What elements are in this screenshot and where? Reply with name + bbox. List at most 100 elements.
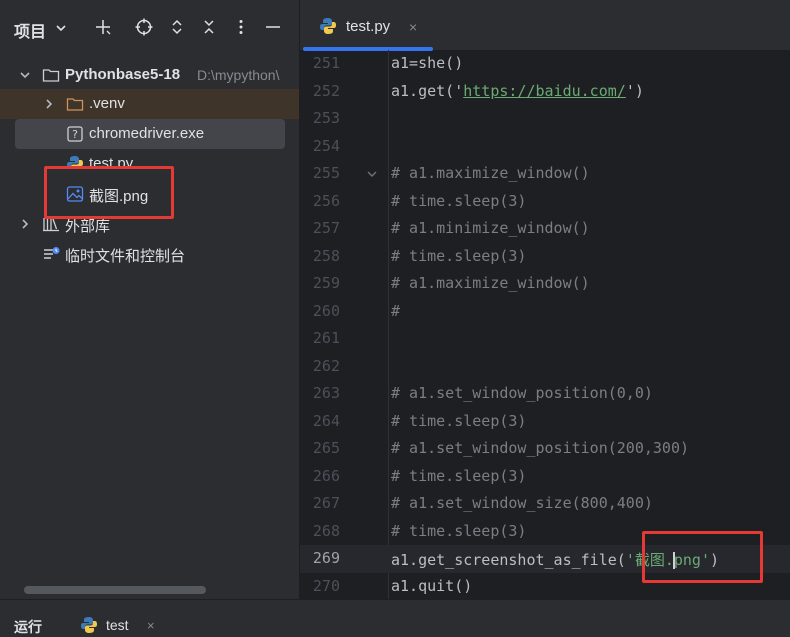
line-number: 270 (312, 576, 340, 595)
code-token: # time.sleep(3) (391, 466, 527, 485)
code-token: # a1.set_window_position(200,300) (391, 439, 690, 457)
code-editor: test.py × 251 a1=she() 252 a1.get('https://… (300, 0, 790, 599)
line-number: 254 (312, 136, 340, 155)
code-area[interactable]: 251 a1=she() 252 a1.get('https://baidu.com/… (300, 50, 790, 599)
chevron-down-icon[interactable] (18, 68, 32, 82)
line-number: 267 (312, 494, 340, 512)
chevron-right-icon[interactable] (18, 217, 32, 231)
code-token: # a1.set_window_size(800,400) (391, 494, 653, 512)
chevron-down-icon[interactable] (54, 21, 68, 35)
code-line[interactable]: 255 # a1.maximize_window() (300, 160, 790, 188)
tree-item-venv[interactable]: .venv (0, 89, 299, 119)
code-text: # time.sleep(3) (391, 192, 526, 210)
line-number: 262 (312, 356, 340, 375)
minimize-icon[interactable] (262, 16, 284, 38)
close-icon[interactable]: × (147, 618, 155, 633)
code-text: a1.quit() (391, 577, 472, 595)
project-panel: 项目 Pythonbase5-18 D:\mypython\ .venv ? c… (0, 0, 299, 599)
code-text: a1.get('https://baidu.com/') (391, 82, 644, 100)
code-line[interactable]: 256 # time.sleep(3) (300, 188, 790, 216)
tab-test-py[interactable]: test.py × (303, 0, 433, 50)
code-token: a1.get(' (391, 81, 464, 100)
code-line[interactable]: 259 # a1.maximize_window() (300, 270, 790, 298)
code-line[interactable]: 252 a1.get('https://baidu.com/') (300, 78, 790, 106)
bottom-run-bar: 运行 test × (0, 599, 790, 635)
code-text: # a1.maximize_window() (391, 274, 590, 292)
line-number: 266 (312, 466, 340, 485)
code-line[interactable]: 262 (300, 353, 790, 381)
code-token: ') (625, 81, 644, 100)
line-number: 251 (312, 54, 340, 72)
code-line[interactable]: 253 (300, 105, 790, 133)
tree-item-scratches[interactable]: 临时文件和控制台 (0, 239, 299, 269)
code-text: # time.sleep(3) (391, 412, 526, 430)
scratches-icon (44, 247, 60, 259)
code-text: # a1.maximize_window() (391, 164, 590, 182)
line-number: 260 (312, 301, 340, 320)
code-token: # time.sleep(3) (391, 411, 527, 430)
chevron-right-icon[interactable] (42, 97, 56, 111)
add-icon[interactable] (92, 16, 114, 38)
more-options-icon[interactable] (230, 16, 252, 38)
code-line[interactable]: 267 # a1.set_window_size(800,400) (300, 490, 790, 518)
code-token: a1.get_screenshot_as_file( (391, 551, 626, 569)
code-text: # time.sleep(3) (391, 247, 526, 265)
chromedriver-label: chromedriver.exe (89, 125, 205, 142)
code-text: a1=she() (391, 54, 463, 72)
code-line[interactable]: 265 # a1.set_window_position(200,300) (300, 435, 790, 463)
code-token: # time.sleep(3) (391, 246, 527, 265)
tree-item-project-root[interactable]: Pythonbase5-18 D:\mypython\ (0, 60, 299, 90)
tree-item-test-py[interactable]: test.py (0, 149, 299, 167)
folder-icon (66, 98, 84, 111)
code-text: # (391, 302, 400, 320)
run-tool-window-label[interactable]: 运行 (14, 617, 42, 637)
line-number: 265 (312, 439, 340, 457)
line-number: 261 (312, 329, 340, 347)
line-number: 255 (312, 164, 340, 182)
run-tab-label[interactable]: test (106, 617, 129, 633)
line-number: 259 (312, 274, 340, 292)
code-line[interactable]: 254 (300, 133, 790, 161)
horizontal-scrollbar[interactable] (24, 586, 206, 594)
tree-item-chromedriver[interactable]: ? chromedriver.exe (0, 119, 299, 149)
code-link[interactable]: https://baidu.com/ (463, 82, 626, 100)
code-token: # time.sleep(3) (391, 191, 527, 210)
project-panel-title[interactable]: 项目 (14, 18, 46, 42)
code-token: # a1.set_window_position(0,0) (391, 384, 653, 402)
close-icon[interactable]: × (409, 19, 417, 35)
code-token: # a1.maximize_window() (391, 274, 590, 292)
line-number: 268 (312, 521, 340, 540)
code-line[interactable]: 263 # a1.set_window_position(0,0) (300, 380, 790, 408)
tab-label: test.py (346, 18, 391, 35)
code-line[interactable]: 264 # time.sleep(3) (300, 408, 790, 436)
code-line[interactable]: 258 # time.sleep(3) (300, 243, 790, 271)
highlight-box-code (642, 531, 763, 583)
code-line[interactable]: 266 # time.sleep(3) (300, 463, 790, 491)
fold-chevron-icon[interactable] (366, 168, 378, 180)
code-token: # (391, 301, 401, 320)
line-number: 263 (312, 384, 340, 402)
code-text: # a1.set_window_size(800,400) (391, 494, 653, 512)
code-text: # a1.minimize_window() (391, 219, 590, 237)
locate-icon[interactable] (133, 16, 155, 38)
code-token: # time.sleep(3) (391, 521, 527, 540)
line-number: 252 (312, 81, 340, 100)
folder-icon (42, 69, 60, 82)
code-line[interactable]: 251 a1=she() (300, 50, 790, 78)
line-number: 264 (312, 411, 340, 430)
unknown-file-icon: ? (67, 126, 83, 142)
code-token: a1=she() (391, 54, 464, 72)
project-root-label: Pythonbase5-18 (65, 66, 181, 83)
line-number: 253 (312, 109, 340, 127)
editor-tab-bar: test.py × (300, 0, 790, 51)
line-number: 256 (312, 191, 340, 210)
highlight-box-file (44, 166, 174, 219)
line-number: 257 (312, 219, 340, 237)
code-line[interactable]: 257 # a1.minimize_window() (300, 215, 790, 243)
code-text: # a1.set_window_position(0,0) (391, 384, 653, 402)
collapse-all-icon[interactable] (198, 16, 220, 38)
code-line[interactable]: 260 # (300, 298, 790, 326)
code-line[interactable]: 261 (300, 325, 790, 353)
expand-all-icon[interactable] (166, 16, 188, 38)
scratches-label: 临时文件和控制台 (65, 248, 186, 265)
